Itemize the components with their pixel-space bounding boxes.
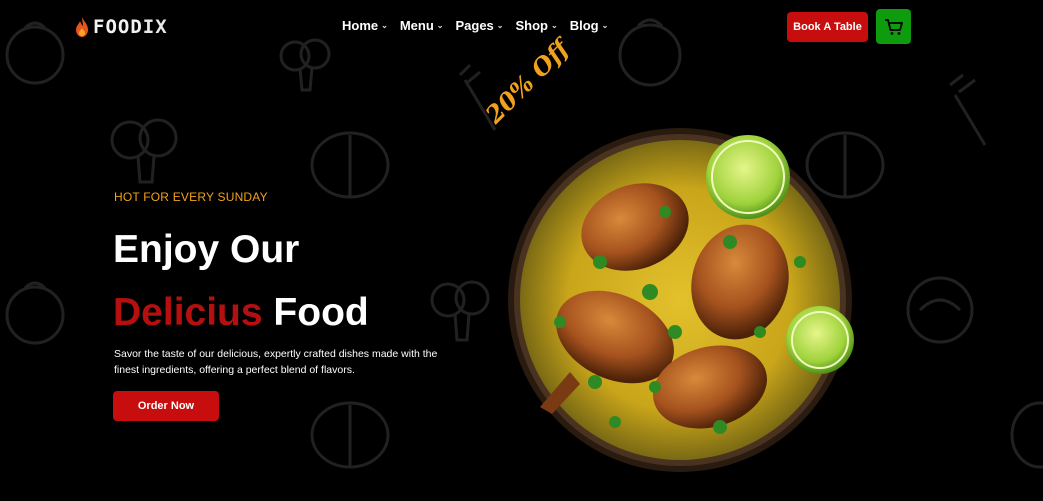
chevron-down-icon: ⌄	[601, 21, 609, 30]
order-now-button[interactable]: Order Now	[113, 391, 219, 421]
logo[interactable]: FOODIX	[74, 16, 168, 38]
flame-icon	[76, 17, 88, 37]
lettuce-doodle-icon-4	[1010, 401, 1043, 469]
site-header: FOODIX Home ⌄ Menu ⌄ Pages ⌄ Shop ⌄ Blog ⌄ Bo…	[0, 0, 1043, 54]
chevron-down-icon: ⌄	[551, 21, 558, 30]
hero-heading-line2: Delicius Food	[113, 291, 369, 335]
nav-item-shop[interactable]: Shop ⌄	[516, 18, 558, 33]
nav-item-menu[interactable]: Menu ⌄	[400, 18, 444, 33]
logo-text: FOODIX	[93, 16, 168, 38]
nav-item-label: Menu	[399, 18, 434, 33]
carrot-doodle-icon-2	[949, 73, 987, 146]
page: FOODIX Home ⌄ Menu ⌄ Pages ⌄ Shop ⌄ Blog ⌄ Bo…	[0, 0, 1043, 501]
chevron-down-icon: ⌄	[381, 21, 388, 30]
main-nav: Home ⌄ Menu ⌄ Pages ⌄ Shop ⌄ Blog ⌄	[342, 18, 620, 33]
logo-text-part1: FOOD	[93, 16, 143, 38]
hero-heading-food: Food	[273, 291, 369, 334]
nav-item-blog[interactable]: Blog ⌄	[570, 18, 609, 33]
lettuce-doodle-icon-3	[310, 401, 390, 469]
logo-text-part2: IX	[142, 16, 168, 38]
nav-item-label: Blog	[569, 18, 599, 33]
chevron-down-icon: ⌄	[436, 21, 444, 30]
cabbage-doodle-icon	[906, 276, 974, 344]
book-a-table-button[interactable]: Book A Table	[787, 12, 868, 42]
hero-description: Savor the taste of our delicious, expert…	[114, 348, 438, 376]
hero-heading-highlight: Delicius	[113, 291, 263, 334]
nav-item-label: Pages	[455, 18, 494, 33]
hero-eyebrow: HOT FOR EVERY SUNDAY	[114, 190, 268, 204]
broccoli-doodle-icon-3	[430, 280, 490, 342]
nav-item-label: Home	[342, 18, 379, 33]
hero-heading-line1: Enjoy Our	[113, 228, 300, 271]
nav-item-home[interactable]: Home ⌄	[342, 18, 388, 33]
chevron-down-icon: ⌄	[496, 21, 504, 30]
broccoli-doodle-icon-2	[110, 118, 178, 184]
tomato-doodle-icon-3	[5, 281, 65, 345]
nav-item-label: Shop	[515, 18, 549, 33]
lettuce-doodle-icon	[310, 131, 390, 199]
shopping-cart-icon	[884, 18, 903, 35]
cart-button[interactable]	[876, 9, 911, 44]
nav-item-pages[interactable]: Pages ⌄	[455, 18, 503, 33]
biryani-dish-image	[508, 128, 854, 472]
